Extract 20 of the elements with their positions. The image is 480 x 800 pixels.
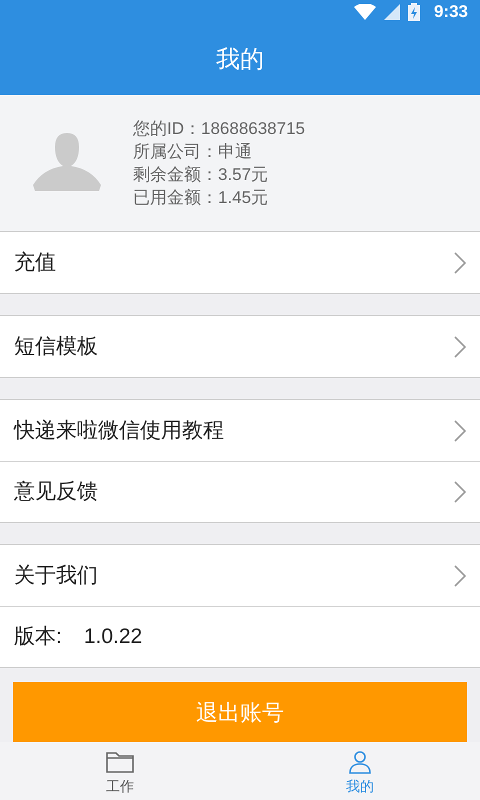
profile-info-line: 已用金额：1.45元 [133,187,270,209]
folder-icon [105,750,135,774]
chevron-right-icon [454,336,466,358]
person-icon [347,750,373,774]
profile-info-line: 您的ID：18688638715 [133,118,306,140]
version-value: 1.0.22 [84,624,142,650]
chevron-right-icon [454,420,466,442]
version-label: 版本: [14,624,62,650]
avatar-icon [33,133,101,193]
wifi-icon [354,4,376,20]
bottom-nav-tab[interactable]: 工作 [0,742,240,800]
profile-info-line: 所属公司：申通 [133,141,253,163]
chevron-right-icon [454,481,466,503]
battery-icon [408,3,420,21]
profile-info-line: 剩余金额：3.57元 [133,164,270,186]
signal-icon [384,4,400,20]
status-time: 9:33 [434,1,468,24]
header-title: 我的 [216,44,264,74]
chevron-right-icon [454,564,466,586]
chevron-right-icon [454,252,466,274]
